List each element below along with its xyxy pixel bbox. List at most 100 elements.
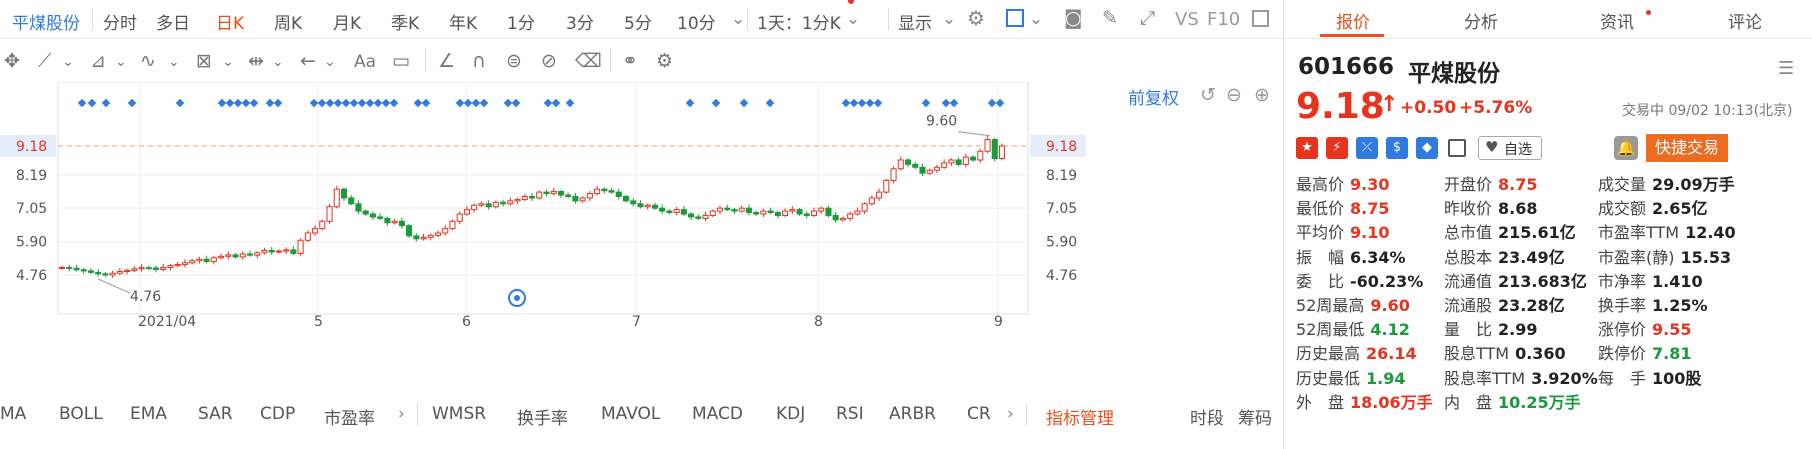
polyline-tool-icon[interactable]: ⊿	[90, 50, 106, 72]
indicator-boll[interactable]: BOLL	[59, 404, 103, 424]
tab-quarterly-k[interactable]: 季K	[391, 9, 419, 34]
candle-body	[731, 209, 738, 212]
reset-icon[interactable]: ↺	[1200, 84, 1216, 106]
candle-body	[500, 201, 507, 205]
chevron-right-icon[interactable]: ›	[1007, 404, 1014, 424]
tab-10min[interactable]: 10分	[677, 9, 716, 34]
arrow-up-icon: ↑	[1380, 92, 1399, 117]
tab-1min[interactable]: 1分	[507, 9, 535, 34]
tab-daily-k[interactable]: 日K	[216, 9, 244, 34]
comment-tool-icon[interactable]: ▭	[392, 50, 410, 72]
chevron-down-icon[interactable]: ⌄	[846, 9, 860, 29]
stat-value: 8.75	[1498, 175, 1538, 194]
camera-icon[interactable]: ◙	[1064, 7, 1082, 29]
note-icon[interactable]	[1448, 139, 1466, 157]
add-watchlist-button[interactable]: ♥ 自选	[1478, 136, 1542, 160]
candle-body	[449, 220, 456, 230]
tab-multiday[interactable]: 多日	[156, 9, 190, 34]
period-range-button[interactable]: 时段	[1190, 404, 1224, 429]
tab-yearly-k[interactable]: 年K	[449, 9, 477, 34]
indicator-manage-button[interactable]: 指标管理	[1046, 404, 1114, 429]
tab-quote[interactable]: 报价	[1336, 8, 1370, 33]
tab-3min[interactable]: 3分	[566, 9, 594, 34]
tab-comments[interactable]: 评论	[1728, 8, 1762, 33]
signal-diamond-icon	[265, 98, 275, 108]
candle-body	[434, 232, 442, 236]
tab-weekly-k[interactable]: 周K	[274, 9, 302, 34]
indicator-pe[interactable]: 市盈率	[324, 404, 375, 429]
candle-body	[962, 156, 969, 165]
hide-draw-icon[interactable]: ⊘	[541, 50, 557, 72]
chevron-down-icon[interactable]: ⌄	[168, 54, 180, 70]
move-icon[interactable]: ✥	[4, 50, 20, 72]
indicator-arbr[interactable]: ARBR	[889, 404, 936, 424]
trash-icon[interactable]: ⌫	[575, 50, 602, 72]
indicator-macd[interactable]: MACD	[692, 404, 743, 424]
draw-settings-icon[interactable]: ⚙	[656, 50, 673, 72]
chevron-down-icon[interactable]: ⌄	[222, 54, 234, 70]
chevron-down-icon[interactable]: ⌄	[115, 54, 127, 70]
chevron-down-icon[interactable]: ⌄	[731, 9, 745, 29]
candle-body	[362, 210, 369, 215]
arrow-tool-icon[interactable]: ←	[300, 50, 316, 72]
stat-value: 9.30	[1350, 175, 1390, 194]
range-tool-icon[interactable]: ⇹	[248, 50, 264, 72]
stat-value: 7.81	[1652, 344, 1692, 364]
bell-icon[interactable]: 🔔	[1614, 136, 1638, 160]
tab-5min[interactable]: 5分	[624, 9, 652, 34]
stat-cell: 最低价 8.75	[1296, 195, 1390, 219]
chevron-down-icon[interactable]: ⌄	[62, 54, 74, 70]
pencil-icon[interactable]: ✎	[1102, 7, 1118, 29]
indicator-kdj[interactable]: KDJ	[776, 404, 805, 424]
candle-body	[796, 209, 803, 215]
chevron-right-icon[interactable]: ›	[398, 404, 405, 424]
lock-draw-icon[interactable]: ⊜	[506, 50, 522, 72]
indicator-wmsr[interactable]: WMSR	[432, 404, 486, 424]
fib-tool-icon[interactable]: ⊠	[196, 50, 212, 72]
quick-trade-button[interactable]: 快捷交易	[1646, 134, 1728, 162]
sidebar-toggle-icon[interactable]	[1252, 10, 1269, 27]
settings-gear-icon[interactable]: ⚙	[967, 6, 985, 30]
zoom-in-icon[interactable]: ⊕	[1254, 84, 1270, 106]
chip-distribution-button[interactable]: 筹码	[1238, 404, 1272, 429]
detail-icon[interactable]: ☰	[1778, 58, 1794, 79]
tab-news[interactable]: 资讯	[1600, 8, 1634, 33]
tab-monthly-k[interactable]: 月K	[333, 9, 361, 34]
candle-body	[102, 273, 109, 276]
chevron-down-icon[interactable]: ⌄	[324, 54, 336, 70]
tab-intraday[interactable]: 分时	[103, 9, 137, 34]
stat-value: 12.40	[1685, 223, 1736, 243]
color-square-icon[interactable]	[1006, 9, 1024, 27]
candle-body	[348, 197, 355, 205]
stat-cell: 平均价 9.10	[1296, 219, 1390, 243]
line-tool-icon[interactable]: ⟋	[38, 50, 51, 72]
chevron-down-icon[interactable]: ⌄	[272, 54, 284, 70]
kline-chart[interactable]: 8.19 8.19 7.05 7.05 5.90 5.90 4.76 4.76 9.18 9.18…	[0, 82, 1282, 398]
adjust-toggle[interactable]: 前复权	[1128, 84, 1179, 109]
indicator-mavol[interactable]: MAVOL	[601, 404, 660, 424]
stock-name-tab[interactable]: 平煤股份	[12, 9, 80, 34]
indicator-cr[interactable]: CR	[967, 404, 991, 424]
fullscreen-icon[interactable]: ⤢	[1140, 7, 1155, 29]
display-menu[interactable]: 显示	[898, 9, 932, 34]
vs-button[interactable]: VS	[1175, 9, 1199, 30]
angle-tool-icon[interactable]: ∠	[438, 50, 455, 72]
indicator-cdp[interactable]: CDP	[260, 404, 295, 424]
zoom-out-icon[interactable]: ⊖	[1226, 84, 1242, 106]
chevron-down-icon[interactable]: ⌄	[1029, 9, 1043, 29]
indicator-ma[interactable]: MA	[0, 404, 26, 424]
candle-body	[471, 204, 478, 211]
magnet-icon[interactable]: ∩	[472, 50, 486, 72]
indicator-ema[interactable]: EMA	[130, 404, 167, 424]
period-select[interactable]: 1天：1分K	[757, 9, 841, 34]
chevron-down-icon[interactable]: ⌄	[942, 9, 956, 29]
indicator-turnover[interactable]: 换手率	[517, 404, 568, 429]
tab-analysis[interactable]: 分析	[1464, 8, 1498, 33]
candle-body	[203, 258, 210, 263]
text-tool-icon[interactable]: Aa	[354, 52, 376, 72]
wave-tool-icon[interactable]: ∿	[140, 50, 156, 72]
indicator-rsi[interactable]: RSI	[836, 404, 864, 424]
indicator-sar[interactable]: SAR	[198, 404, 233, 424]
compare-icon[interactable]: ⚭	[622, 50, 638, 72]
f10-button[interactable]: F10	[1207, 9, 1240, 30]
